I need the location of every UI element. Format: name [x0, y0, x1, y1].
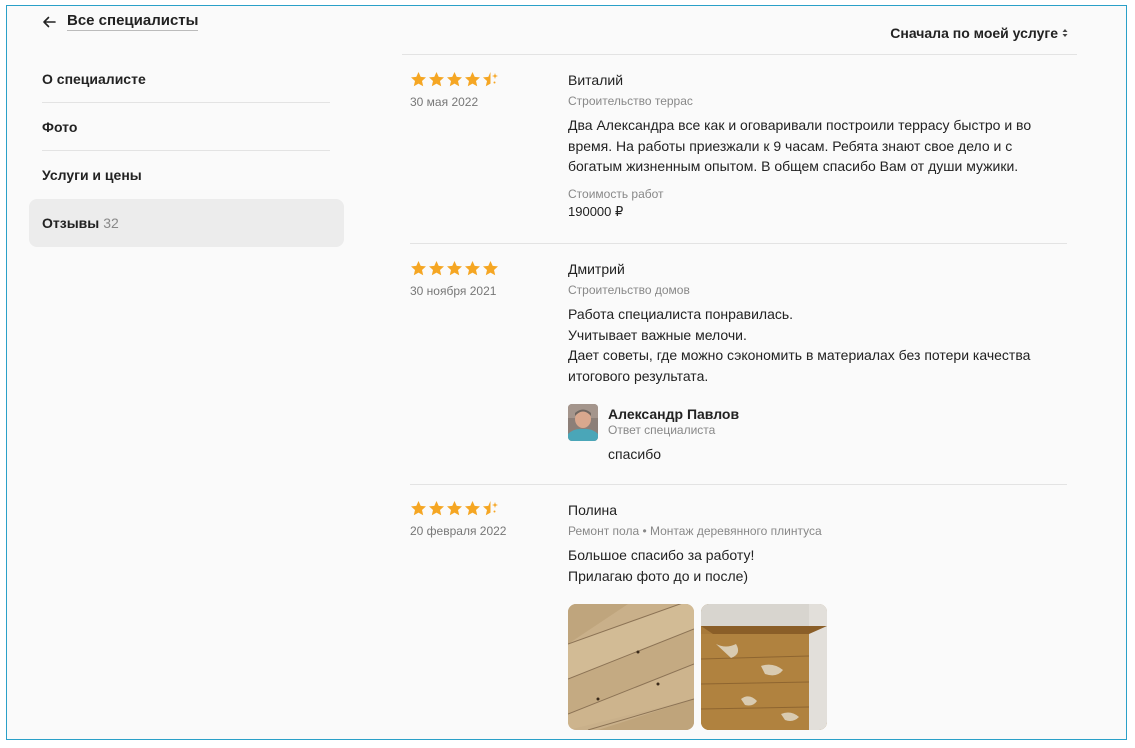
review-author: Виталий	[568, 72, 624, 88]
avatar-photo	[568, 404, 598, 441]
star-full-icon	[447, 71, 462, 86]
review-author: Полина	[568, 502, 618, 518]
star-full-icon	[429, 500, 444, 515]
review-text-line: Учитывает важные мелочи.	[568, 326, 747, 343]
review-item: 30 ноября 2021 Дмитрий Строительство дом…	[410, 244, 1067, 485]
star-full-icon	[465, 500, 480, 515]
cost-label: Стоимость работ	[568, 186, 664, 201]
cost-value: 190000 ₽	[568, 203, 624, 219]
review-author: Дмитрий	[568, 261, 625, 277]
nav-item-reviews[interactable]: Отзывы 32	[29, 199, 344, 247]
review-text: Два Александра все как и оговаривали пос…	[568, 115, 1067, 177]
arrow-left-icon	[43, 16, 56, 27]
review-text-line: Прилагаю фото до и после)	[568, 567, 749, 584]
sort-label: Сначала по моей услуге	[890, 25, 1058, 41]
review-text-line: Большое спасибо за работу!	[568, 547, 755, 563]
side-navigation: О специалисте Фото Услуги и цены Отзывы …	[29, 55, 344, 247]
star-rating	[410, 69, 565, 89]
star-full-icon	[411, 260, 426, 275]
specialist-reply: Александр Павлов Ответ специалиста спаси…	[568, 404, 1067, 463]
painted-floor-image	[701, 604, 827, 730]
back-link-label: Все специалисты	[67, 12, 199, 31]
nav-item-label: Фото	[42, 119, 78, 135]
nav-item-label: Отзывы	[42, 215, 100, 231]
reply-author: Александр Павлов	[608, 406, 740, 422]
review-item: 20 февраля 2022 Полина Ремонт пола • Мон…	[410, 485, 1067, 739]
divider	[402, 54, 1077, 55]
review-text-line: Работа специалиста понравилась.	[568, 306, 794, 322]
wood-floor-image	[568, 604, 694, 730]
star-full-icon	[447, 260, 462, 275]
review-date: 20 февраля 2022	[410, 524, 507, 538]
review-photos	[568, 604, 1067, 730]
review-service: Ремонт пола • Монтаж деревянного плинтус…	[568, 524, 822, 538]
star-rating	[410, 498, 565, 518]
review-date: 30 мая 2022	[410, 95, 479, 109]
review-text-line: Дает советы, где можно сэкономить в мате…	[568, 347, 1031, 363]
star-full-icon	[429, 260, 444, 275]
nav-item-label: Услуги и цены	[42, 167, 142, 183]
star-full-icon	[483, 260, 498, 275]
review-text: Работа специалиста понравилась. Учитывае…	[568, 304, 1067, 386]
avatar[interactable]	[568, 404, 598, 441]
nav-item-label: О специалисте	[42, 71, 146, 87]
review-date: 30 ноября 2021	[410, 284, 497, 298]
review-service: Строительство домов	[568, 283, 690, 297]
nav-item-photo[interactable]: Фото	[29, 103, 344, 151]
review-text-line: Два Александра все как и оговаривали пос…	[568, 117, 1032, 133]
star-full-icon	[465, 260, 480, 275]
sort-dropdown[interactable]: Сначала по моей услуге	[890, 25, 1068, 41]
star-full-icon	[429, 71, 444, 86]
star-rating	[410, 258, 565, 278]
review-service: Строительство террас	[568, 94, 693, 108]
review-text-line: время. На работы приезжали к 9 часам. Ре…	[568, 137, 1013, 154]
star-half-sparkle-icon	[483, 71, 498, 86]
nav-item-about[interactable]: О специалисте	[29, 55, 344, 103]
reply-text: спасибо	[608, 446, 661, 462]
review-text-line: итогового результата.	[568, 367, 709, 384]
sort-updown-icon	[1062, 29, 1068, 37]
review-photo-before[interactable]	[568, 604, 694, 730]
reviews-list: 30 мая 2022 Виталий Строительство террас…	[410, 61, 1067, 739]
star-full-icon	[447, 500, 462, 515]
star-half-sparkle-icon	[483, 500, 498, 515]
review-text-line: богатым жизненным опытом. В общем спасиб…	[568, 158, 1019, 174]
reviews-count: 32	[103, 215, 119, 231]
page-frame: Все специалисты Сначала по моей услуге О…	[6, 5, 1127, 740]
review-text: Большое спасибо за работу! Прилагаю фото…	[568, 545, 1067, 586]
reply-role: Ответ специалиста	[608, 423, 716, 437]
star-full-icon	[411, 71, 426, 86]
back-link[interactable]: Все специалисты	[41, 12, 199, 31]
nav-item-services[interactable]: Услуги и цены	[29, 151, 344, 199]
review-item: 30 мая 2022 Виталий Строительство террас…	[410, 61, 1067, 244]
star-full-icon	[411, 500, 426, 515]
review-photo-after[interactable]	[701, 604, 827, 730]
star-full-icon	[465, 71, 480, 86]
